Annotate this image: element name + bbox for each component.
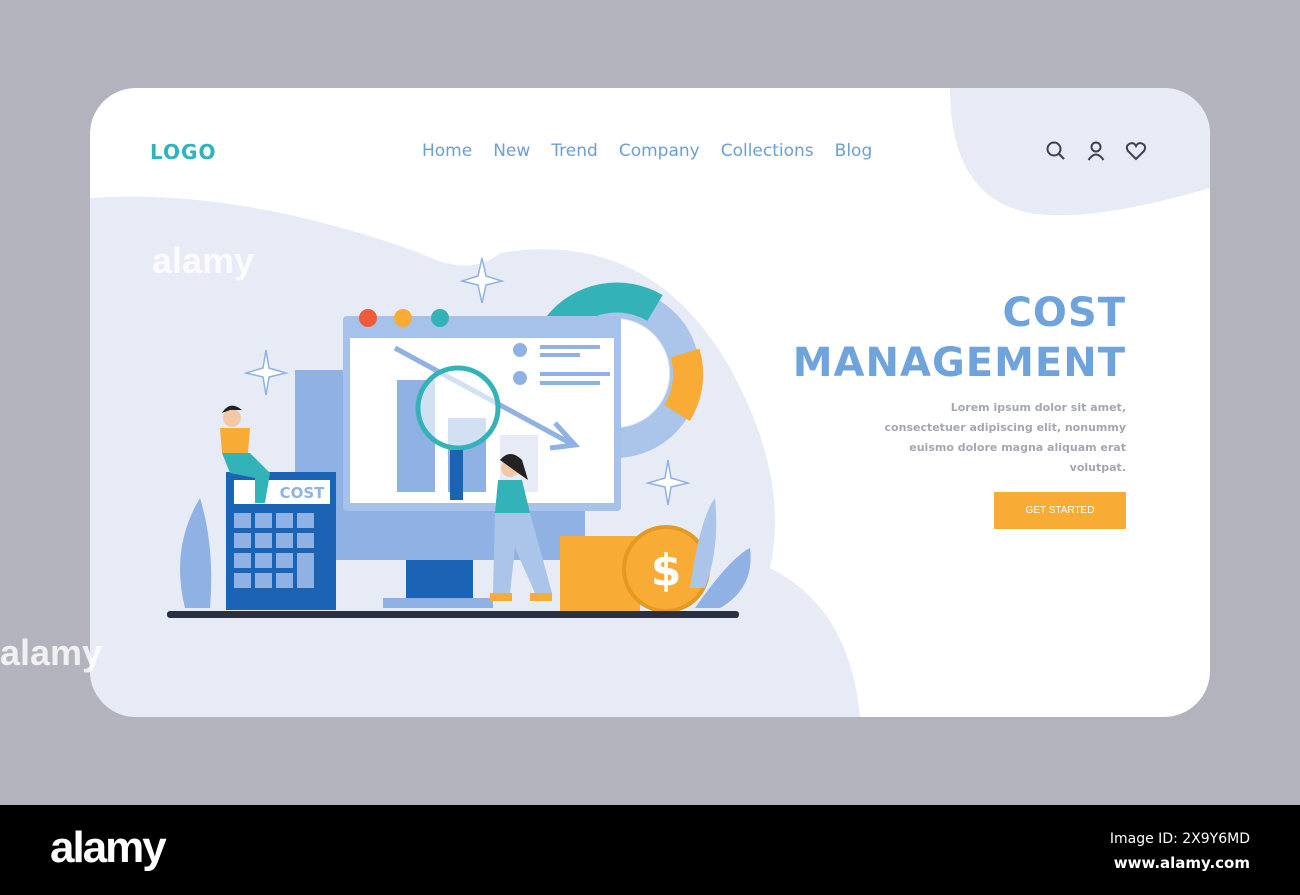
- watermark-text: alamy: [0, 632, 103, 673]
- watermark-text: alamy: [152, 240, 255, 281]
- get-started-button[interactable]: GET STARTED: [994, 492, 1126, 529]
- image-id: Image ID: 2X9Y6MD: [1109, 831, 1250, 847]
- search-icon[interactable]: [1045, 140, 1067, 162]
- hero-title-line2: MANAGEMENT: [792, 340, 1126, 386]
- hero-description: Lorem ipsum dolor sit amet, consectetuer…: [884, 401, 1126, 474]
- nav-company[interactable]: Company: [619, 141, 700, 161]
- nav-home[interactable]: Home: [422, 141, 472, 161]
- logo[interactable]: LOGO: [150, 140, 216, 164]
- hero-title-line1: COST: [1002, 290, 1126, 336]
- site-url: www.alamy.com: [1113, 854, 1250, 872]
- header-icons: [1045, 140, 1147, 162]
- nav-collections[interactable]: Collections: [721, 141, 814, 161]
- user-icon[interactable]: [1085, 140, 1107, 162]
- watermark-footer: alamy Image ID: 2X9Y6MD www.alamy.com: [0, 805, 1300, 895]
- nav-new[interactable]: New: [493, 141, 530, 161]
- ground-line: [167, 611, 739, 618]
- heart-icon[interactable]: [1125, 140, 1147, 162]
- alamy-logo: alamy: [50, 823, 167, 872]
- hero-section: COST MANAGEMENT Lorem ipsum dolor sit am…: [793, 288, 1126, 529]
- nav-blog[interactable]: Blog: [835, 141, 873, 161]
- main-nav: Home New Trend Company Collections Blog: [422, 141, 872, 161]
- landing-page-card: COST $ LOGO Home New Trend Company Colle…: [90, 88, 1210, 717]
- monitor-stand: [406, 560, 473, 600]
- nav-trend[interactable]: Trend: [551, 141, 598, 161]
- calculator-label: COST: [280, 484, 326, 502]
- dollar-symbol: $: [651, 545, 682, 596]
